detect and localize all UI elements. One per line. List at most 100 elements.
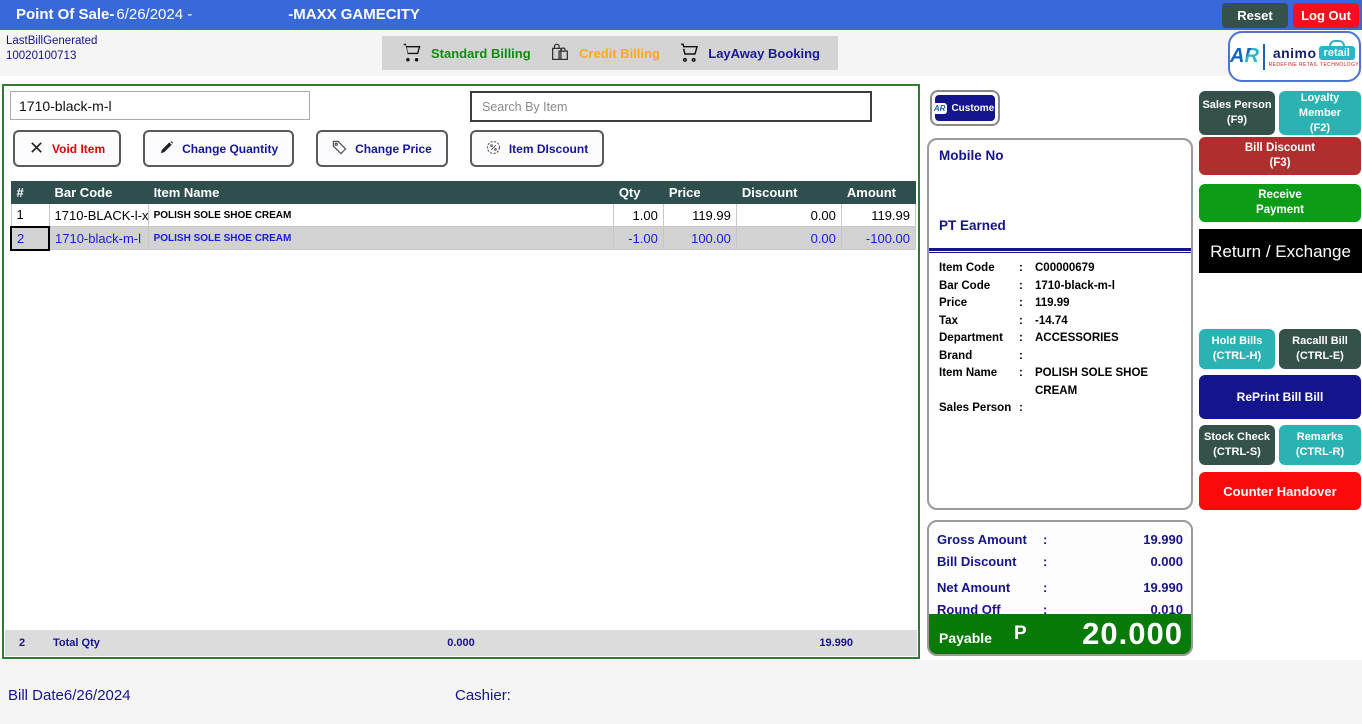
last-bill-number: 10020100713 xyxy=(6,50,77,62)
customer-info-panel: Mobile No PT Earned Item Code: C00000679 … xyxy=(927,138,1193,510)
remarks-button[interactable]: Remarks (CTRL-R) xyxy=(1279,425,1361,465)
detail-row-item-name: Item Name: POLISH SOLE SHOE CREAM xyxy=(939,367,1149,397)
stock-check-button[interactable]: Stock Check (CTRL-S) xyxy=(1199,425,1275,465)
loyalty-member-button[interactable]: Loyalty Member (F2) xyxy=(1279,91,1361,135)
bill-items-table: # Bar Code Item Name Qty Price Discount … xyxy=(9,181,917,251)
row-barcode[interactable]: 1710-black-m-l xyxy=(48,226,149,250)
page-title: Point Of Sale- 6/26/2024 - -MAXX GAMECITY xyxy=(16,0,420,30)
sub-header: LastBillGenerated 10020100713 Standard B… xyxy=(0,30,1362,76)
item-action-toolbar: Void Item Change Quantity Change Price I… xyxy=(13,130,605,167)
row-amount[interactable]: 119.99 xyxy=(840,203,917,227)
header-num: # xyxy=(10,181,50,204)
title-app-name: Point Of Sale- xyxy=(16,6,115,23)
table-row[interactable]: 1 1710-BLACK-l-xl POLISH SOLE SHOE CREAM… xyxy=(10,203,917,227)
header-item-name: Item Name xyxy=(147,181,614,204)
row-qty[interactable]: 1.00 xyxy=(612,203,664,227)
row-qty[interactable]: -1.00 xyxy=(612,226,664,250)
item-details-list: Item Code: C00000679 Bar Code:1710-black-… xyxy=(939,260,1183,418)
logo-divider xyxy=(1262,43,1265,70)
billing-mode-tabs: Standard Billing Credit Billing LayAway … xyxy=(382,36,838,70)
pencil-icon xyxy=(159,140,174,158)
row-discount[interactable]: 0.00 xyxy=(735,226,842,250)
x-icon xyxy=(29,140,44,158)
header-amount: Amount xyxy=(840,181,917,204)
change-quantity-button[interactable]: Change Quantity xyxy=(143,130,295,167)
row-num[interactable]: 2 xyxy=(9,225,51,251)
gross-amount-row: Gross Amount:19.990 xyxy=(937,531,1183,547)
item-discount-button[interactable]: Item DIscount xyxy=(469,130,605,167)
row-barcode[interactable]: 1710-BLACK-l-xl xyxy=(48,203,149,227)
logo-retail-badge: retail xyxy=(1318,46,1355,60)
cart-outline-icon xyxy=(677,41,701,66)
row-item-name[interactable]: POLISH SOLE SHOE CREAM xyxy=(147,203,614,227)
hold-bills-button[interactable]: Hold Bills (CTRL-H) xyxy=(1199,329,1275,369)
tab-credit-billing[interactable]: Credit Billing xyxy=(548,41,660,66)
change-quantity-label: Change Quantity xyxy=(182,141,279,156)
reprint-bill-button[interactable]: RePrint Bill Bill xyxy=(1199,375,1361,419)
footer-strip: Bill Date6/26/2024 Cashier: xyxy=(0,660,1362,724)
row-amount[interactable]: -100.00 xyxy=(840,226,917,250)
sales-person-button[interactable]: Sales Person (F9) xyxy=(1199,91,1275,135)
payable-bar: Payable P 20.000 xyxy=(929,614,1191,654)
detail-row-price: Price:119.99 xyxy=(939,297,1070,309)
detail-row-brand: Brand: xyxy=(939,349,1023,362)
row-discount[interactable]: 0.00 xyxy=(735,203,842,227)
void-item-label: Void Item xyxy=(52,141,106,156)
table-header-row: # Bar Code Item Name Qty Price Discount … xyxy=(10,181,917,204)
table-totals-row: 2 Total Qty 0.000 19.990 xyxy=(5,630,917,656)
row-item-name[interactable]: POLISH SOLE SHOE CREAM xyxy=(147,226,614,250)
header-discount: Discount xyxy=(735,181,842,204)
shopping-bags-icon xyxy=(548,41,572,66)
return-exchange-button[interactable]: Return / Exchange xyxy=(1199,229,1362,273)
search-item-input[interactable] xyxy=(470,91,872,122)
mobile-no-label: Mobile No xyxy=(939,148,1004,163)
net-amount-row: Net Amount:19.990 xyxy=(937,579,1183,595)
logo-animo-text: animo xyxy=(1272,45,1317,61)
total-qty-value: 0.000 xyxy=(447,637,475,649)
pt-earned-label: PT Earned xyxy=(939,218,1006,233)
tab-standard-billing[interactable]: Standard Billing xyxy=(400,41,531,66)
percent-icon xyxy=(486,140,501,158)
tab-layaway-booking-label: LayAway Booking xyxy=(708,45,820,61)
payable-amount: 20.000 xyxy=(1082,616,1183,651)
panel-divider xyxy=(929,248,1191,253)
currency-symbol: P xyxy=(1013,623,1027,644)
billing-panel: Void Item Change Quantity Change Price I… xyxy=(2,84,920,659)
animo-retail-logo: AR animo retail REDEFINE RETAIL TECHNOLO… xyxy=(1228,31,1361,82)
recall-bill-button[interactable]: Racalll Bill (CTRL-E) xyxy=(1279,329,1361,369)
last-bill-generated: LastBillGenerated 10020100713 xyxy=(6,34,97,64)
bill-date-label: Bill Date6/26/2024 xyxy=(8,687,131,704)
logout-button[interactable]: Log Out xyxy=(1293,3,1359,28)
logo-tagline: REDEFINE RETAIL TECHNOLOGY xyxy=(1268,62,1359,68)
tab-layaway-booking[interactable]: LayAway Booking xyxy=(677,41,820,66)
table-row-selected[interactable]: 2 1710-black-m-l POLISH SOLE SHOE CREAM … xyxy=(9,225,917,251)
last-bill-label: LastBillGenerated xyxy=(6,35,98,47)
reset-button[interactable]: Reset xyxy=(1222,3,1288,28)
cart-icon xyxy=(400,41,424,66)
row-price[interactable]: 119.99 xyxy=(662,203,737,227)
title-date: 6/26/2024 - xyxy=(116,6,193,23)
barcode-input[interactable] xyxy=(10,91,310,120)
header-barcode: Bar Code xyxy=(48,181,149,204)
ar-badge-icon: AR xyxy=(931,102,948,114)
ar-logo-icon: AR xyxy=(1230,45,1259,67)
bill-discount-row: Bill Discount:0.000 xyxy=(937,553,1183,569)
item-discount-label: Item DIscount xyxy=(508,141,589,156)
header-qty: Qty xyxy=(612,181,664,204)
customer-button[interactable]: AR Customer xyxy=(930,90,1000,126)
header-price: Price xyxy=(662,181,737,204)
row-price[interactable]: 100.00 xyxy=(662,226,737,250)
receive-payment-button[interactable]: Receive Payment xyxy=(1199,184,1361,222)
change-price-button[interactable]: Change Price xyxy=(316,130,448,167)
bill-totals-panel: Gross Amount:19.990 Bill Discount:0.000 … xyxy=(927,520,1193,656)
void-item-button[interactable]: Void Item xyxy=(13,130,122,167)
change-price-label: Change Price xyxy=(355,141,432,156)
row-num[interactable]: 1 xyxy=(10,203,50,227)
title-bar: Point Of Sale- 6/26/2024 - -MAXX GAMECITY … xyxy=(0,0,1362,30)
title-store-name: -MAXX GAMECITY xyxy=(288,6,420,23)
payable-label: Payable xyxy=(939,630,992,646)
tab-credit-billing-label: Credit Billing xyxy=(579,45,660,61)
detail-row-tax: Tax: -14.74 xyxy=(939,314,1068,327)
counter-handover-button[interactable]: Counter Handover xyxy=(1199,472,1361,510)
bill-discount-button[interactable]: Bill Discount (F3) xyxy=(1199,137,1361,175)
